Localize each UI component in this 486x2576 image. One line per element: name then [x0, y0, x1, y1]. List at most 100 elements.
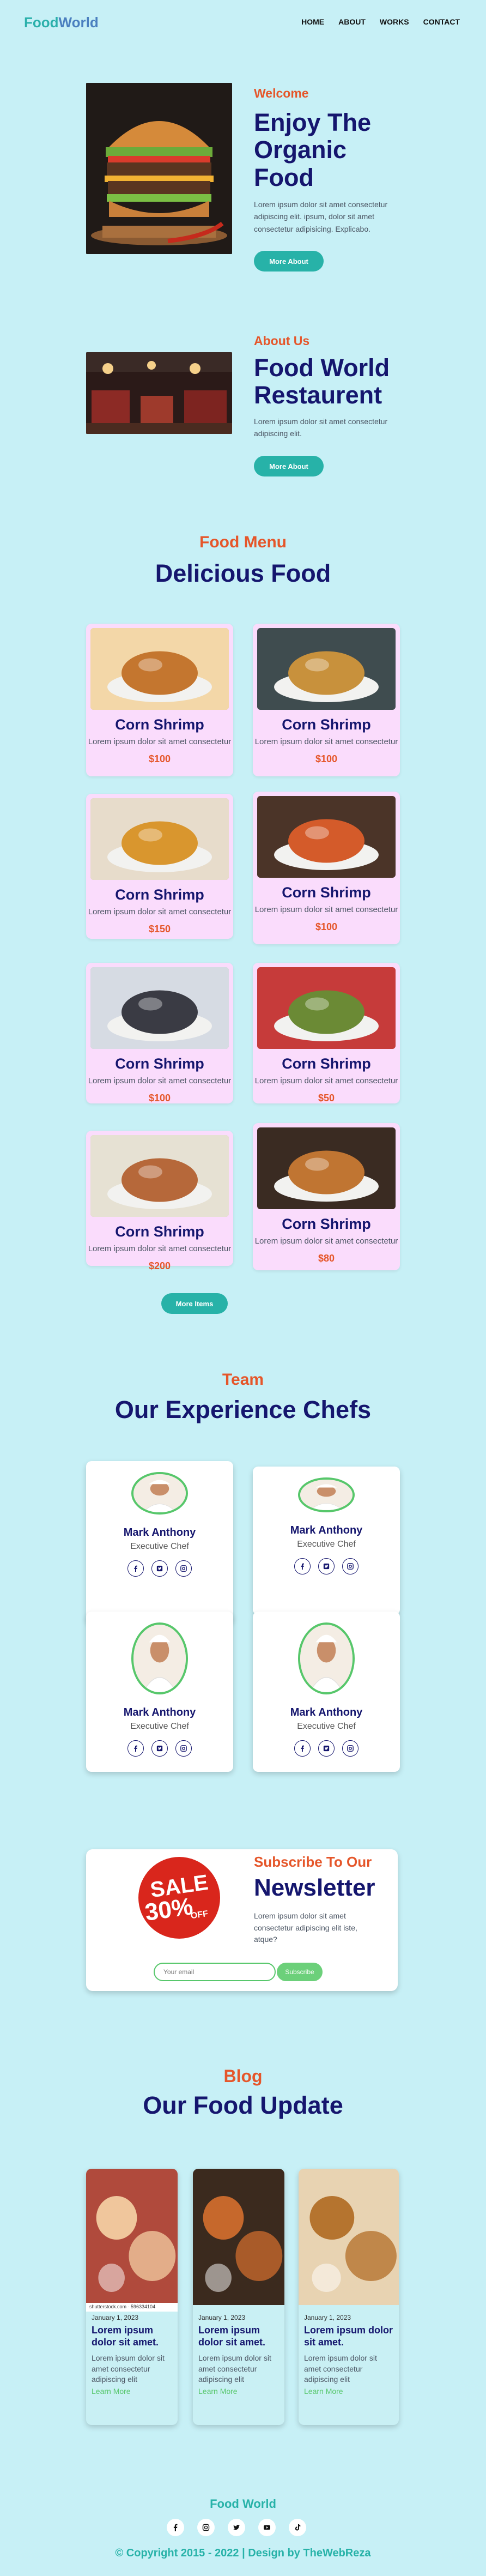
tiktok-icon[interactable] [289, 2519, 306, 2536]
blog-title: Lorem ipsum dolor sit amet. [198, 2325, 266, 2348]
twitter-icon[interactable] [318, 1740, 335, 1757]
menu-card[interactable]: Corn Shrimp Lorem ipsum dolor sit amet co… [253, 1123, 400, 1270]
blog-date: January 1, 2023 [92, 2314, 139, 2321]
instagram-icon[interactable] [197, 2519, 215, 2536]
menu-card[interactable]: Corn Shrimp Lorem ipsum dolor sit amet co… [86, 624, 233, 776]
chef-avatar [131, 1622, 188, 1694]
subscribe-button[interactable]: Subscribe [277, 1963, 323, 1981]
chef-role: Executive Chef [130, 1722, 189, 1731]
youtube-icon[interactable] [258, 2519, 276, 2536]
twitter-icon[interactable] [151, 1740, 168, 1757]
chef-role: Executive Chef [130, 1542, 189, 1551]
chef-name: Mark Anthony [290, 1524, 363, 1536]
instagram-icon[interactable] [175, 1560, 192, 1577]
sale-percent: 30% [143, 1893, 195, 1926]
learn-more-link[interactable]: Learn More [304, 2387, 343, 2396]
menu-item-price: $100 [315, 753, 338, 764]
about-title: Food World Restaurent [254, 354, 390, 409]
chef-avatar [298, 1622, 355, 1694]
nav-link-works[interactable]: WORKS [380, 17, 409, 26]
menu-item-name: Corn Shrimp [115, 886, 204, 903]
chef-social-links [86, 1740, 233, 1757]
facebook-icon[interactable] [294, 1558, 311, 1574]
copyright: © Copyright 2015 - 2022 | Design by TheW… [115, 2547, 371, 2559]
chef-role: Executive Chef [297, 1722, 356, 1731]
blog-desc: Lorem ipsum dolor sit amet consectetur a… [198, 2354, 271, 2384]
team-kicker: Team [222, 1371, 264, 1389]
chef-name: Mark Anthony [123, 1706, 196, 1718]
team-title: Our Experience Chefs [114, 1396, 372, 1423]
menu-item-name: Corn Shrimp [282, 716, 371, 733]
instagram-icon[interactable] [342, 1740, 359, 1757]
blog-image [193, 2169, 284, 2305]
nav-link-contact[interactable]: CONTACT [423, 17, 460, 26]
menu-item-name: Corn Shrimp [282, 884, 371, 901]
learn-more-link[interactable]: Learn More [198, 2387, 238, 2396]
hero-title: Enjoy The Organic Food [254, 108, 372, 191]
chef-social-links [253, 1740, 400, 1757]
logo[interactable]: FoodWorld [24, 14, 99, 31]
menu-item-price: $50 [318, 1093, 335, 1103]
menu-card[interactable]: Corn Shrimp Lorem ipsum dolor sit amet co… [86, 794, 233, 939]
nav-link-about[interactable]: ABOUT [338, 17, 366, 26]
menu-item-name: Corn Shrimp [115, 1055, 204, 1072]
chef-avatar [131, 1472, 188, 1515]
top-nav: FoodWorld HOME ABOUT WORKS CONTACT [0, 0, 486, 44]
menu-item-name: Corn Shrimp [282, 1055, 371, 1072]
menu-food-image [90, 798, 229, 880]
more-items-button[interactable]: More Items [161, 1293, 228, 1314]
sale-badge: SALE 30% OFF [138, 1857, 220, 1939]
instagram-icon[interactable] [175, 1740, 192, 1757]
hero-burger-image [86, 83, 232, 254]
menu-item-price: $100 [148, 1093, 171, 1103]
menu-item-name: Corn Shrimp [115, 716, 204, 733]
footer-social [167, 2519, 306, 2536]
blog-date: January 1, 2023 [304, 2314, 351, 2321]
about-more-about-button[interactable]: More About [254, 456, 324, 476]
menu-item-desc: Lorem ipsum dolor sit amet consectetur [88, 1244, 232, 1253]
about-kicker: About Us [254, 334, 310, 348]
blog-card[interactable]: January 1, 2023 Lorem ipsum dolor sit ame… [193, 2169, 284, 2425]
menu-food-image [90, 967, 229, 1049]
menu-card[interactable]: Corn Shrimp Lorem ipsum dolor sit amet co… [253, 624, 400, 776]
menu-item-desc: Lorem ipsum dolor sit amet consectetur [88, 737, 232, 746]
chef-name: Mark Anthony [290, 1706, 363, 1718]
chef-card: Mark Anthony Executive Chef [86, 1612, 233, 1772]
menu-card[interactable]: Corn Shrimp Lorem ipsum dolor sit amet co… [253, 792, 400, 944]
menu-item-price: $80 [318, 1253, 335, 1264]
twitter-icon[interactable] [228, 2519, 245, 2536]
instagram-icon[interactable] [342, 1558, 359, 1574]
image-credit: shutterstock.com · 596334104 [86, 2303, 178, 2312]
menu-card[interactable]: Corn Shrimp Lorem ipsum dolor sit amet co… [86, 1131, 233, 1271]
blog-desc: Lorem ipsum dolor sit amet consectetur a… [92, 2354, 165, 2384]
newsletter-card: SALE 30% OFF Subscribe To Our Newsletter… [86, 1849, 398, 1991]
newsletter-kicker: Subscribe To Our [254, 1854, 372, 1870]
blog-card[interactable]: shutterstock.com · 596334104 January 1, 2… [86, 2169, 178, 2425]
facebook-icon[interactable] [127, 1740, 144, 1757]
about-text: Lorem ipsum dolor sit amet consectetur a… [254, 417, 388, 438]
blog-title: Our Food Update [143, 2091, 343, 2119]
blog-kicker: Blog [223, 2066, 263, 2086]
menu-item-name: Corn Shrimp [115, 1223, 204, 1240]
chef-card: Mark Anthony Executive Chef [86, 1461, 233, 1624]
menu-item-price: $100 [315, 921, 338, 932]
chef-social-links [86, 1560, 233, 1577]
menu-card[interactable]: Corn Shrimp Lorem ipsum dolor sit amet co… [86, 963, 233, 1103]
twitter-icon[interactable] [151, 1560, 168, 1577]
blog-card[interactable]: January 1, 2023 Lorem ipsum dolor sit ame… [299, 2169, 399, 2425]
email-input[interactable] [154, 1963, 276, 1981]
nav-link-home[interactable]: HOME [301, 17, 324, 26]
learn-more-link[interactable]: Learn More [92, 2387, 131, 2396]
facebook-icon[interactable] [127, 1560, 144, 1577]
sale-off: OFF [190, 1909, 209, 1921]
facebook-icon[interactable] [167, 2519, 184, 2536]
menu-card[interactable]: Corn Shrimp Lorem ipsum dolor sit amet co… [253, 963, 400, 1103]
twitter-icon[interactable] [318, 1558, 335, 1574]
menu-food-image [90, 628, 229, 710]
facebook-icon[interactable] [294, 1740, 311, 1757]
menu-item-name: Corn Shrimp [282, 1216, 371, 1232]
newsletter-text: Lorem ipsum dolor sit amet consectetur a… [254, 1911, 357, 1944]
menu-food-image [257, 1127, 396, 1209]
menu-item-price: $200 [148, 1260, 171, 1271]
hero-more-about-button[interactable]: More About [254, 251, 324, 272]
